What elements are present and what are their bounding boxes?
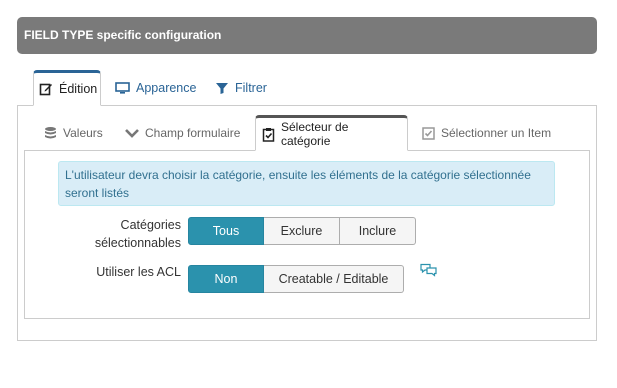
tab-filtrer[interactable]: Filtrer <box>215 70 267 106</box>
tab-apparence[interactable]: Apparence <box>115 70 196 106</box>
categories-button-group: Tous Exclure Inclure <box>188 217 416 245</box>
categories-label: Catégories sélectionnables <box>94 218 181 250</box>
categories-option-inclure[interactable]: Inclure <box>340 217 416 245</box>
categories-option-tous[interactable]: Tous <box>188 217 264 245</box>
acl-label: Utiliser les ACL <box>96 265 181 279</box>
acl-option-non[interactable]: Non <box>188 265 264 293</box>
section-header: FIELD TYPE specific configuration <box>17 17 597 54</box>
section-title: FIELD TYPE specific configuration <box>24 28 222 42</box>
tab-filtrer-label: Filtrer <box>235 81 267 95</box>
edit-icon <box>39 82 53 96</box>
chevron-down-icon <box>125 127 139 139</box>
filter-icon <box>215 81 229 95</box>
checkbox-icon <box>422 126 435 140</box>
categories-option-exclure[interactable]: Exclure <box>264 217 340 245</box>
comments-icon[interactable] <box>420 263 437 277</box>
database-icon <box>44 126 57 140</box>
outer-tab-bar: Édition Apparence Filtrer <box>17 70 597 106</box>
monitor-icon <box>115 81 130 95</box>
tab-selecteur-categorie[interactable]: Sélecteur de catégorie <box>255 115 408 151</box>
tab-apparence-label: Apparence <box>136 81 197 95</box>
tab-valeurs[interactable]: Valeurs <box>44 115 103 151</box>
acl-button-group: Non Creatable / Editable <box>188 265 404 293</box>
tab-selectionner-item[interactable]: Sélectionner un Item <box>422 115 551 151</box>
tab-champ-formulaire[interactable]: Champ formulaire <box>125 115 240 151</box>
tab-selectionner-item-label: Sélectionner un Item <box>441 126 552 140</box>
info-text: L'utilisateur devra choisir la catégorie… <box>65 168 531 200</box>
info-alert: L'utilisateur devra choisir la catégorie… <box>58 161 555 206</box>
acl-option-creatable-editable[interactable]: Creatable / Editable <box>264 265 404 293</box>
tab-edition-label: Édition <box>59 82 98 96</box>
tab-edition[interactable]: Édition <box>33 70 101 106</box>
tab-valeurs-label: Valeurs <box>63 126 103 140</box>
tab-selecteur-categorie-label: Sélecteur de catégorie <box>281 120 349 148</box>
inner-tab-bar: Valeurs Champ formulaire Sélecteur de ca… <box>24 115 590 151</box>
clipboard-check-icon <box>262 127 275 142</box>
tab-champ-formulaire-label: Champ formulaire <box>145 126 241 140</box>
